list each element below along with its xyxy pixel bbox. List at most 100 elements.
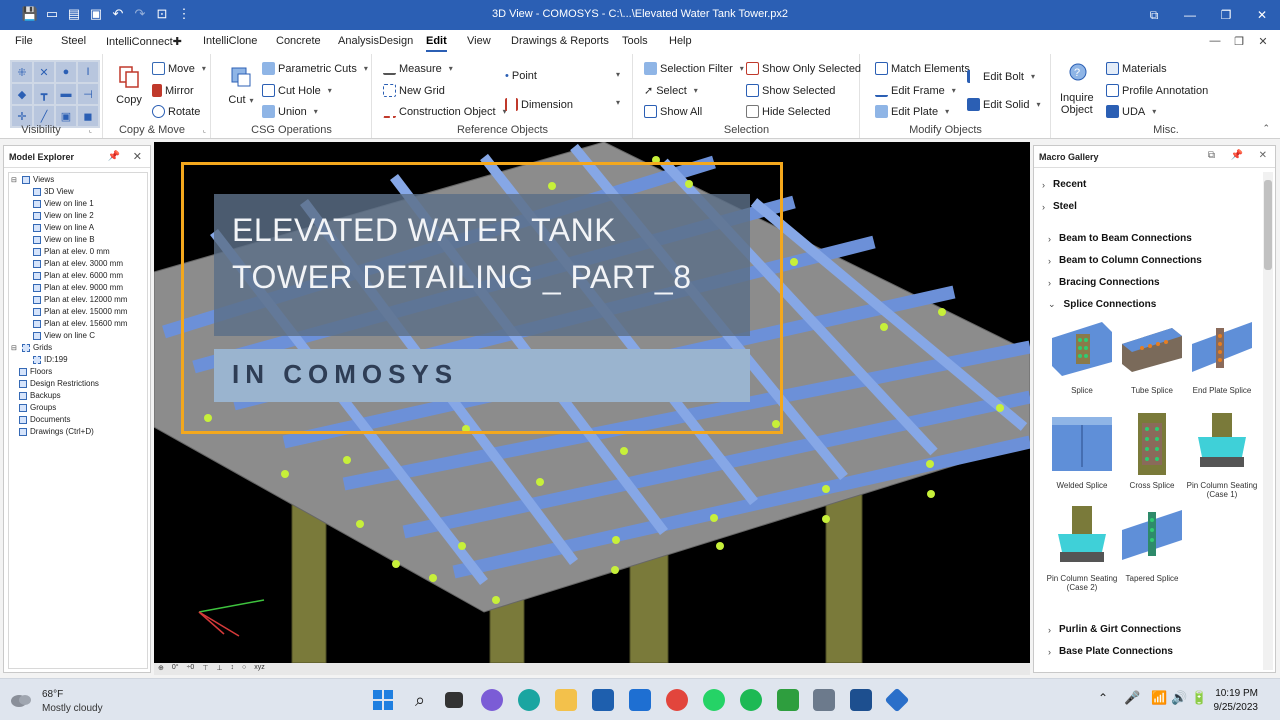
macro-tapered-splice[interactable]: Tapered Splice bbox=[1116, 506, 1188, 583]
tab-steel[interactable]: Steel bbox=[61, 35, 86, 47]
section-recent[interactable]: › Recent bbox=[1042, 179, 1086, 190]
tree-grid-item[interactable]: ID:199 bbox=[33, 355, 68, 364]
category-splice[interactable]: ⌄ Splice Connections bbox=[1048, 299, 1156, 310]
app-2023-icon[interactable] bbox=[850, 689, 872, 711]
collapse-ribbon-icon[interactable]: ⌃ bbox=[1262, 123, 1270, 134]
solid-visibility-icon[interactable]: ▣ bbox=[56, 106, 76, 126]
tree-node-design-restrictions[interactable]: Design Restrictions bbox=[19, 379, 99, 388]
cross-visibility-icon[interactable]: ✕ bbox=[34, 62, 54, 82]
cube-visibility-icon[interactable]: ◼ bbox=[78, 106, 98, 126]
macro-cross-splice[interactable]: Cross Splice bbox=[1116, 413, 1188, 490]
offset-icon[interactable]: ÷0 bbox=[187, 664, 195, 672]
minimize-icon[interactable]: — bbox=[1172, 0, 1208, 30]
maximize-icon[interactable]: ❐ bbox=[1208, 0, 1244, 30]
show-only-selected-button[interactable]: Show Only Selected bbox=[746, 62, 861, 75]
tree-node-grids[interactable]: ⊟ Grids bbox=[11, 343, 52, 352]
mail-icon[interactable] bbox=[629, 689, 651, 711]
store-icon[interactable] bbox=[592, 689, 614, 711]
show-hidden-icons-icon[interactable]: ⌃ bbox=[1098, 691, 1108, 705]
category-bracing[interactable]: › Bracing Connections bbox=[1048, 277, 1160, 288]
category-beam-to-beam[interactable]: › Beam to Beam Connections bbox=[1048, 233, 1192, 244]
battery-icon[interactable]: 🔋 bbox=[1191, 690, 1207, 706]
microphone-icon[interactable]: 🎤 bbox=[1124, 690, 1140, 706]
tree-view-item[interactable]: View on line B bbox=[33, 235, 95, 244]
visibility-launcher-icon[interactable]: ⌞ bbox=[89, 126, 92, 134]
member-visibility-icon[interactable]: ✛ bbox=[12, 106, 32, 126]
tab-concrete[interactable]: Concrete bbox=[276, 35, 321, 47]
edit-bolt-button[interactable]: Edit Bolt bbox=[967, 70, 1035, 83]
dimension-dropdown-icon[interactable]: ▾ bbox=[616, 98, 620, 107]
tab-view[interactable]: View bbox=[467, 35, 491, 47]
selection-filter-button[interactable]: Selection Filter bbox=[644, 62, 744, 75]
mirror-button[interactable]: Mirror bbox=[152, 84, 194, 97]
materials-button[interactable]: Materials bbox=[1106, 62, 1167, 75]
orbit-icon[interactable]: ○ bbox=[242, 664, 246, 672]
top-icon[interactable]: ⊤ bbox=[202, 664, 208, 672]
doc-restore-icon[interactable]: ❐ bbox=[1228, 32, 1250, 50]
edit-frame-button[interactable]: Edit Frame bbox=[875, 84, 956, 97]
search-icon[interactable]: ⌕ bbox=[409, 689, 431, 711]
tab-edit[interactable]: Edit bbox=[426, 35, 447, 52]
tree-view-item[interactable]: Plan at elev. 0 mm bbox=[33, 247, 110, 256]
macro-welded-splice[interactable]: Welded Splice bbox=[1046, 413, 1118, 490]
measure-button[interactable]: Measure bbox=[383, 62, 453, 75]
ibeam-visibility-icon[interactable]: I bbox=[78, 62, 98, 82]
show-selected-button[interactable]: Show Selected bbox=[746, 84, 835, 97]
tree-view-item[interactable]: 3D View bbox=[33, 187, 74, 196]
match-elements-button[interactable]: Match Elements bbox=[875, 62, 970, 75]
hide-selected-button[interactable]: Hide Selected bbox=[746, 105, 831, 118]
tab-intelliconnect[interactable]: IntelliConnect✚ bbox=[106, 35, 182, 48]
parametric-cuts-button[interactable]: Parametric Cuts bbox=[262, 62, 368, 75]
macro-pin-column-seating-2[interactable]: Pin Column Seating (Case 2) bbox=[1046, 506, 1118, 592]
tree-view-item[interactable]: View on line C bbox=[33, 331, 95, 340]
tree-view-item[interactable]: Plan at elev. 9000 mm bbox=[33, 283, 123, 292]
tree-node-drawings[interactable]: Drawings (Ctrl+D) bbox=[19, 427, 94, 436]
spotify-icon[interactable] bbox=[740, 689, 762, 711]
tree-view-item[interactable]: Plan at elev. 15000 mm bbox=[33, 307, 127, 316]
point-dropdown-icon[interactable]: ▾ bbox=[616, 70, 620, 79]
cut-button[interactable]: Cut bbox=[228, 64, 254, 106]
chrome-icon[interactable] bbox=[666, 689, 688, 711]
tree-view-item[interactable]: Plan at elev. 15600 mm bbox=[33, 319, 127, 328]
tab-intelliclone[interactable]: IntelliClone bbox=[203, 35, 257, 47]
camtasia-icon[interactable] bbox=[777, 689, 799, 711]
copy-button[interactable]: Copy bbox=[116, 64, 142, 106]
new-grid-button[interactable]: New Grid bbox=[383, 84, 445, 97]
category-base-plate[interactable]: › Base Plate Connections bbox=[1048, 646, 1173, 657]
file-explorer-icon[interactable] bbox=[555, 689, 577, 711]
edit-plate-button[interactable]: Edit Plate bbox=[875, 105, 949, 118]
start-icon[interactable] bbox=[372, 689, 394, 711]
chat-icon[interactable] bbox=[481, 689, 503, 711]
uda-button[interactable]: UDA bbox=[1106, 105, 1156, 118]
tree-view-item[interactable]: Plan at elev. 3000 mm bbox=[33, 259, 123, 268]
restore-panel-icon[interactable]: ⧉ bbox=[1136, 0, 1172, 30]
bolt-visibility-icon[interactable]: ⊣ bbox=[78, 84, 98, 104]
category-purlin-girt[interactable]: › Purlin & Girt Connections bbox=[1048, 624, 1181, 635]
tree-view-item[interactable]: View on line 2 bbox=[33, 211, 94, 220]
edit-solid-button[interactable]: Edit Solid bbox=[967, 98, 1041, 111]
doc-minimize-icon[interactable]: — bbox=[1204, 32, 1226, 50]
point-button[interactable]: • Point bbox=[505, 70, 537, 82]
tab-analysisdesign[interactable]: AnalysisDesign bbox=[338, 35, 413, 47]
sphere-visibility-icon[interactable]: ● bbox=[56, 62, 76, 82]
bottom-icon[interactable]: ⊥ bbox=[216, 664, 222, 672]
profile-annotation-button[interactable]: Profile Annotation bbox=[1106, 84, 1208, 97]
scroll-thumb[interactable] bbox=[1264, 180, 1272, 270]
float-icon[interactable]: ⧉ bbox=[1208, 150, 1215, 161]
tree-node-floors[interactable]: Floors bbox=[19, 367, 52, 376]
grid-visibility-icon[interactable]: ⁜ bbox=[12, 62, 32, 82]
pin-icon[interactable]: 📌 bbox=[108, 151, 120, 162]
pin-icon[interactable]: 📌 bbox=[1231, 150, 1243, 161]
inquire-object-button[interactable]: ? Inquire Object bbox=[1060, 62, 1094, 116]
macro-gallery-scrollbar[interactable] bbox=[1263, 172, 1273, 670]
close-icon[interactable]: ✕ bbox=[1244, 0, 1280, 30]
macro-splice[interactable]: Splice bbox=[1046, 318, 1118, 395]
xyz-icon[interactable]: xyz bbox=[254, 664, 265, 672]
tab-help[interactable]: Help bbox=[669, 35, 692, 47]
tree-node-views[interactable]: ⊟ Views bbox=[11, 175, 54, 184]
tree-node-documents[interactable]: Documents bbox=[19, 415, 70, 424]
tree-node-backups[interactable]: Backups bbox=[19, 391, 61, 400]
union-button[interactable]: Union bbox=[262, 105, 318, 118]
tree-view-item[interactable]: Plan at elev. 12000 mm bbox=[33, 295, 127, 304]
tree-view-item[interactable]: View on line A bbox=[33, 223, 94, 232]
